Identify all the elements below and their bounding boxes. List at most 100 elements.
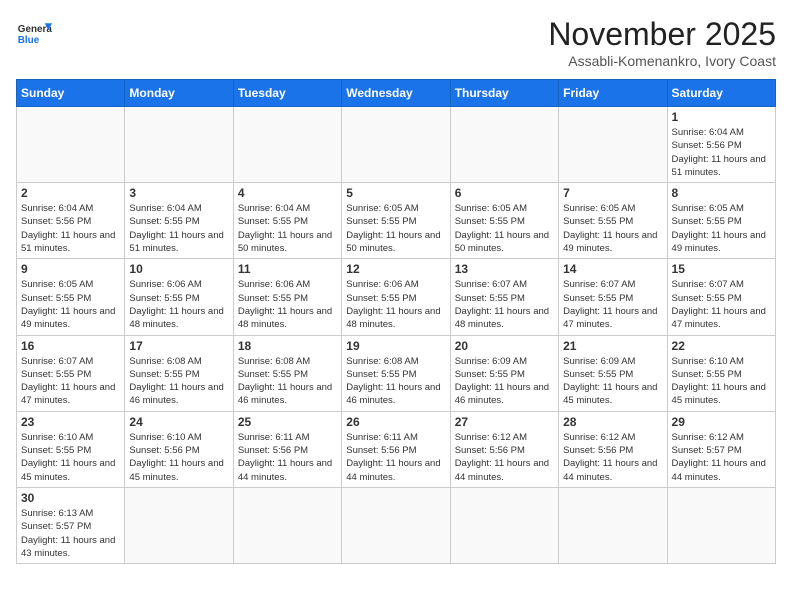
calendar-week-row: 16 Sunrise: 6:07 AMSunset: 5:55 PMDayligh…: [17, 335, 776, 411]
calendar-day-cell: 7 Sunrise: 6:05 AMSunset: 5:55 PMDaylight…: [559, 183, 667, 259]
day-info: Sunrise: 6:10 AMSunset: 5:56 PMDaylight:…: [129, 431, 228, 484]
title-section: November 2025 Assabli-Komenankro, Ivory …: [548, 16, 776, 69]
day-info: Sunrise: 6:07 AMSunset: 5:55 PMDaylight:…: [21, 355, 120, 408]
calendar-day-cell: 24 Sunrise: 6:10 AMSunset: 5:56 PMDayligh…: [125, 411, 233, 487]
day-number: 14: [563, 262, 662, 276]
day-number: 17: [129, 339, 228, 353]
day-info: Sunrise: 6:07 AMSunset: 5:55 PMDaylight:…: [563, 278, 662, 331]
day-info: Sunrise: 6:11 AMSunset: 5:56 PMDaylight:…: [238, 431, 337, 484]
day-number: 13: [455, 262, 554, 276]
calendar-day-cell: 14 Sunrise: 6:07 AMSunset: 5:55 PMDayligh…: [559, 259, 667, 335]
calendar-day-cell: 8 Sunrise: 6:05 AMSunset: 5:55 PMDaylight…: [667, 183, 775, 259]
calendar-day-cell: 6 Sunrise: 6:05 AMSunset: 5:55 PMDaylight…: [450, 183, 558, 259]
day-number: 26: [346, 415, 445, 429]
calendar-day-cell: 16 Sunrise: 6:07 AMSunset: 5:55 PMDayligh…: [17, 335, 125, 411]
calendar-week-row: 2Sunrise: 6:04 AMSunset: 5:56 PMDaylight…: [17, 183, 776, 259]
calendar-day-cell: 12Sunrise: 6:06 AMSunset: 5:55 PMDayligh…: [342, 259, 450, 335]
day-number: 29: [672, 415, 771, 429]
day-info: Sunrise: 6:05 AMSunset: 5:55 PMDaylight:…: [346, 202, 445, 255]
day-number: 27: [455, 415, 554, 429]
calendar-day-cell: 22 Sunrise: 6:10 AMSunset: 5:55 PMDayligh…: [667, 335, 775, 411]
calendar-day-cell: 13 Sunrise: 6:07 AMSunset: 5:55 PMDayligh…: [450, 259, 558, 335]
calendar-day-cell: 1Sunrise: 6:04 AMSunset: 5:56 PMDaylight…: [667, 107, 775, 183]
day-number: 22: [672, 339, 771, 353]
day-number: 7: [563, 186, 662, 200]
day-info: Sunrise: 6:12 AMSunset: 5:57 PMDaylight:…: [672, 431, 771, 484]
calendar-day-cell: [342, 487, 450, 563]
calendar-day-cell: [233, 107, 341, 183]
day-info: Sunrise: 6:12 AMSunset: 5:56 PMDaylight:…: [563, 431, 662, 484]
day-info: Sunrise: 6:13 AMSunset: 5:57 PMDaylight:…: [21, 507, 120, 560]
day-number: 9: [21, 262, 120, 276]
day-info: Sunrise: 6:05 AMSunset: 5:55 PMDaylight:…: [455, 202, 554, 255]
calendar-day-cell: 17Sunrise: 6:08 AMSunset: 5:55 PMDayligh…: [125, 335, 233, 411]
day-number: 6: [455, 186, 554, 200]
calendar-day-cell: [450, 487, 558, 563]
calendar-day-cell: 11 Sunrise: 6:06 AMSunset: 5:55 PMDayligh…: [233, 259, 341, 335]
day-number: 24: [129, 415, 228, 429]
calendar-day-cell: [559, 107, 667, 183]
weekday-header: Thursday: [450, 80, 558, 107]
logo: General Blue: [16, 16, 52, 52]
calendar-day-cell: 25Sunrise: 6:11 AMSunset: 5:56 PMDayligh…: [233, 411, 341, 487]
calendar-day-cell: [233, 487, 341, 563]
calendar-week-row: 23 Sunrise: 6:10 AMSunset: 5:55 PMDayligh…: [17, 411, 776, 487]
calendar-day-cell: [559, 487, 667, 563]
day-number: 16: [21, 339, 120, 353]
page-header: General Blue November 2025 Assabli-Komen…: [16, 16, 776, 69]
calendar-day-cell: [125, 107, 233, 183]
calendar-day-cell: [125, 487, 233, 563]
day-number: 21: [563, 339, 662, 353]
weekday-header: Monday: [125, 80, 233, 107]
weekday-header: Saturday: [667, 80, 775, 107]
calendar-day-cell: 29 Sunrise: 6:12 AMSunset: 5:57 PMDayligh…: [667, 411, 775, 487]
day-info: Sunrise: 6:10 AMSunset: 5:55 PMDaylight:…: [21, 431, 120, 484]
day-number: 8: [672, 186, 771, 200]
day-info: Sunrise: 6:05 AMSunset: 5:55 PMDaylight:…: [672, 202, 771, 255]
day-number: 30: [21, 491, 120, 505]
month-title: November 2025: [548, 16, 776, 53]
calendar-day-cell: 4 Sunrise: 6:04 AMSunset: 5:55 PMDaylight…: [233, 183, 341, 259]
calendar-day-cell: [450, 107, 558, 183]
day-number: 28: [563, 415, 662, 429]
day-info: Sunrise: 6:11 AMSunset: 5:56 PMDaylight:…: [346, 431, 445, 484]
calendar-day-cell: 2Sunrise: 6:04 AMSunset: 5:56 PMDaylight…: [17, 183, 125, 259]
day-info: Sunrise: 6:08 AMSunset: 5:55 PMDaylight:…: [238, 355, 337, 408]
calendar-day-cell: 18 Sunrise: 6:08 AMSunset: 5:55 PMDayligh…: [233, 335, 341, 411]
calendar-day-cell: 5 Sunrise: 6:05 AMSunset: 5:55 PMDaylight…: [342, 183, 450, 259]
day-info: Sunrise: 6:04 AMSunset: 5:56 PMDaylight:…: [672, 126, 771, 179]
calendar-day-cell: 9 Sunrise: 6:05 AMSunset: 5:55 PMDaylight…: [17, 259, 125, 335]
day-number: 18: [238, 339, 337, 353]
day-number: 23: [21, 415, 120, 429]
day-number: 12: [346, 262, 445, 276]
calendar-day-cell: 26 Sunrise: 6:11 AMSunset: 5:56 PMDayligh…: [342, 411, 450, 487]
calendar-week-row: 9 Sunrise: 6:05 AMSunset: 5:55 PMDaylight…: [17, 259, 776, 335]
calendar-day-cell: [17, 107, 125, 183]
day-info: Sunrise: 6:05 AMSunset: 5:55 PMDaylight:…: [563, 202, 662, 255]
day-number: 15: [672, 262, 771, 276]
day-number: 3: [129, 186, 228, 200]
day-info: Sunrise: 6:05 AMSunset: 5:55 PMDaylight:…: [21, 278, 120, 331]
calendar-week-row: 1Sunrise: 6:04 AMSunset: 5:56 PMDaylight…: [17, 107, 776, 183]
logo-icon: General Blue: [16, 16, 52, 52]
day-info: Sunrise: 6:04 AMSunset: 5:56 PMDaylight:…: [21, 202, 120, 255]
svg-text:Blue: Blue: [18, 35, 40, 46]
day-info: Sunrise: 6:06 AMSunset: 5:55 PMDaylight:…: [238, 278, 337, 331]
day-number: 5: [346, 186, 445, 200]
day-info: Sunrise: 6:08 AMSunset: 5:55 PMDaylight:…: [346, 355, 445, 408]
calendar-day-cell: [667, 487, 775, 563]
weekday-header: Wednesday: [342, 80, 450, 107]
day-info: Sunrise: 6:07 AMSunset: 5:55 PMDaylight:…: [455, 278, 554, 331]
day-info: Sunrise: 6:12 AMSunset: 5:56 PMDaylight:…: [455, 431, 554, 484]
day-info: Sunrise: 6:04 AMSunset: 5:55 PMDaylight:…: [238, 202, 337, 255]
calendar-day-cell: 21 Sunrise: 6:09 AMSunset: 5:55 PMDayligh…: [559, 335, 667, 411]
day-info: Sunrise: 6:07 AMSunset: 5:55 PMDaylight:…: [672, 278, 771, 331]
day-info: Sunrise: 6:10 AMSunset: 5:55 PMDaylight:…: [672, 355, 771, 408]
day-info: Sunrise: 6:09 AMSunset: 5:55 PMDaylight:…: [563, 355, 662, 408]
day-number: 4: [238, 186, 337, 200]
day-info: Sunrise: 6:06 AMSunset: 5:55 PMDaylight:…: [129, 278, 228, 331]
weekday-header: Sunday: [17, 80, 125, 107]
day-info: Sunrise: 6:04 AMSunset: 5:55 PMDaylight:…: [129, 202, 228, 255]
calendar-day-cell: 15 Sunrise: 6:07 AMSunset: 5:55 PMDayligh…: [667, 259, 775, 335]
day-number: 11: [238, 262, 337, 276]
